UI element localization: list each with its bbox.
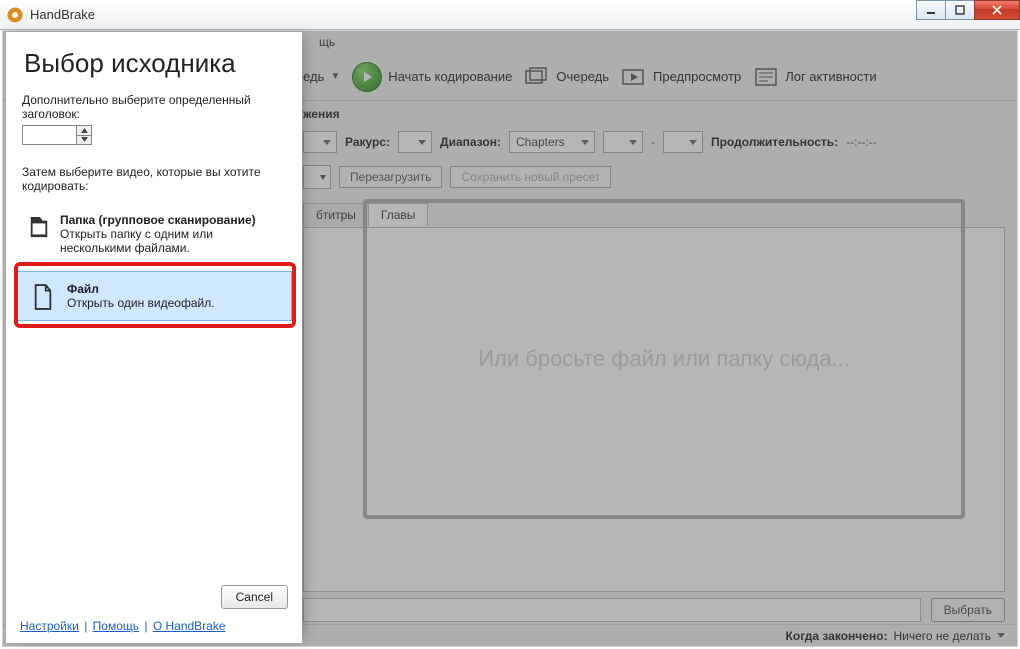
titlebar: HandBrake — [0, 0, 1020, 30]
queue-icon — [524, 66, 550, 88]
source-panel-footer: Cancel Настройки | Помощь | О HandBrake — [6, 577, 302, 643]
chevron-down-icon: ▼ — [330, 71, 340, 82]
footer-links: Настройки | Помощь | О HandBrake — [20, 609, 288, 633]
help-link[interactable]: Помощь — [93, 619, 139, 633]
window-controls — [917, 0, 1020, 20]
file-icon — [29, 282, 57, 310]
when-done-label: Когда закончено: — [786, 629, 888, 643]
reload-preset-button[interactable]: Перезагрузить — [339, 166, 442, 188]
angle-select[interactable] — [398, 131, 432, 153]
title-select[interactable] — [303, 131, 337, 153]
spinner-down-icon[interactable] — [77, 136, 91, 145]
tab-subtitles[interactable]: бтитры — [303, 203, 369, 226]
folder-option-title: Папка (групповое сканирование) — [60, 213, 280, 227]
menu-help-stub[interactable]: щь — [319, 35, 335, 49]
cancel-button[interactable]: Cancel — [221, 585, 288, 609]
range-type-select[interactable]: Chapters — [509, 131, 595, 153]
settings-link[interactable]: Настройки — [20, 619, 79, 633]
save-preset-button[interactable]: Сохранить новый пресет — [450, 166, 611, 188]
source-selection-panel: Выбор исходника Дополнительно выберите о… — [6, 32, 302, 643]
source-label-stub: жения — [303, 107, 340, 121]
specific-title-section: Дополнительно выберите определенный заго… — [6, 89, 302, 149]
about-link[interactable]: О HandBrake — [153, 619, 226, 633]
log-icon — [753, 66, 779, 88]
activity-log-button[interactable]: Лог активности — [753, 66, 876, 88]
browse-button[interactable]: Выбрать — [931, 598, 1005, 622]
folder-option-desc: Открыть папку с одним или несколькими фа… — [60, 227, 280, 255]
folder-icon — [28, 213, 50, 241]
queue-button[interactable]: Очередь — [524, 66, 609, 88]
maximize-button[interactable] — [945, 0, 975, 20]
range-label: Диапазон: — [440, 135, 501, 149]
specific-title-label: Дополнительно выберите определенный заго… — [22, 93, 286, 121]
angle-label: Ракурс: — [345, 135, 390, 149]
then-select-label: Затем выберите видео, которые вы хотите … — [6, 161, 302, 197]
close-button[interactable] — [974, 0, 1020, 20]
duration-label: Продолжительность: — [711, 135, 838, 149]
preview-button[interactable]: Предпросмотр — [621, 66, 741, 88]
when-done-dropdown[interactable]: Ничего не делать — [894, 629, 1006, 643]
range-end-select[interactable] — [663, 131, 703, 153]
source-dropdown[interactable]: едь ▼ — [303, 69, 340, 84]
range-start-select[interactable] — [603, 131, 643, 153]
duration-value: --:--:-- — [846, 135, 877, 149]
app-title: HandBrake — [30, 7, 95, 22]
specific-title-input[interactable] — [22, 125, 76, 145]
preset-step-button[interactable] — [303, 165, 331, 189]
handbrake-icon — [6, 6, 24, 24]
source-option-folder[interactable]: Папка (групповое сканирование) Открыть п… — [16, 203, 292, 265]
file-option-title: Файл — [67, 282, 215, 296]
start-encode-button[interactable]: Начать кодирование — [352, 62, 512, 92]
specific-title-spinner[interactable] — [22, 125, 286, 145]
preview-icon — [621, 66, 647, 88]
play-icon — [352, 62, 382, 92]
source-panel-heading: Выбор исходника — [6, 32, 302, 89]
spinner-up-icon[interactable] — [77, 126, 91, 136]
destination-row: Выбрать — [303, 596, 1005, 624]
source-option-file[interactable]: Файл Открыть один видеофайл. — [16, 271, 292, 321]
range-dash: - — [651, 135, 655, 149]
minimize-button[interactable] — [916, 0, 946, 20]
destination-input[interactable] — [303, 598, 921, 622]
drop-zone-text: Или бросьте файл или папку сюда... — [478, 346, 850, 372]
drop-zone[interactable]: Или бросьте файл или папку сюда... — [363, 199, 965, 519]
file-option-desc: Открыть один видеофайл. — [67, 296, 215, 310]
